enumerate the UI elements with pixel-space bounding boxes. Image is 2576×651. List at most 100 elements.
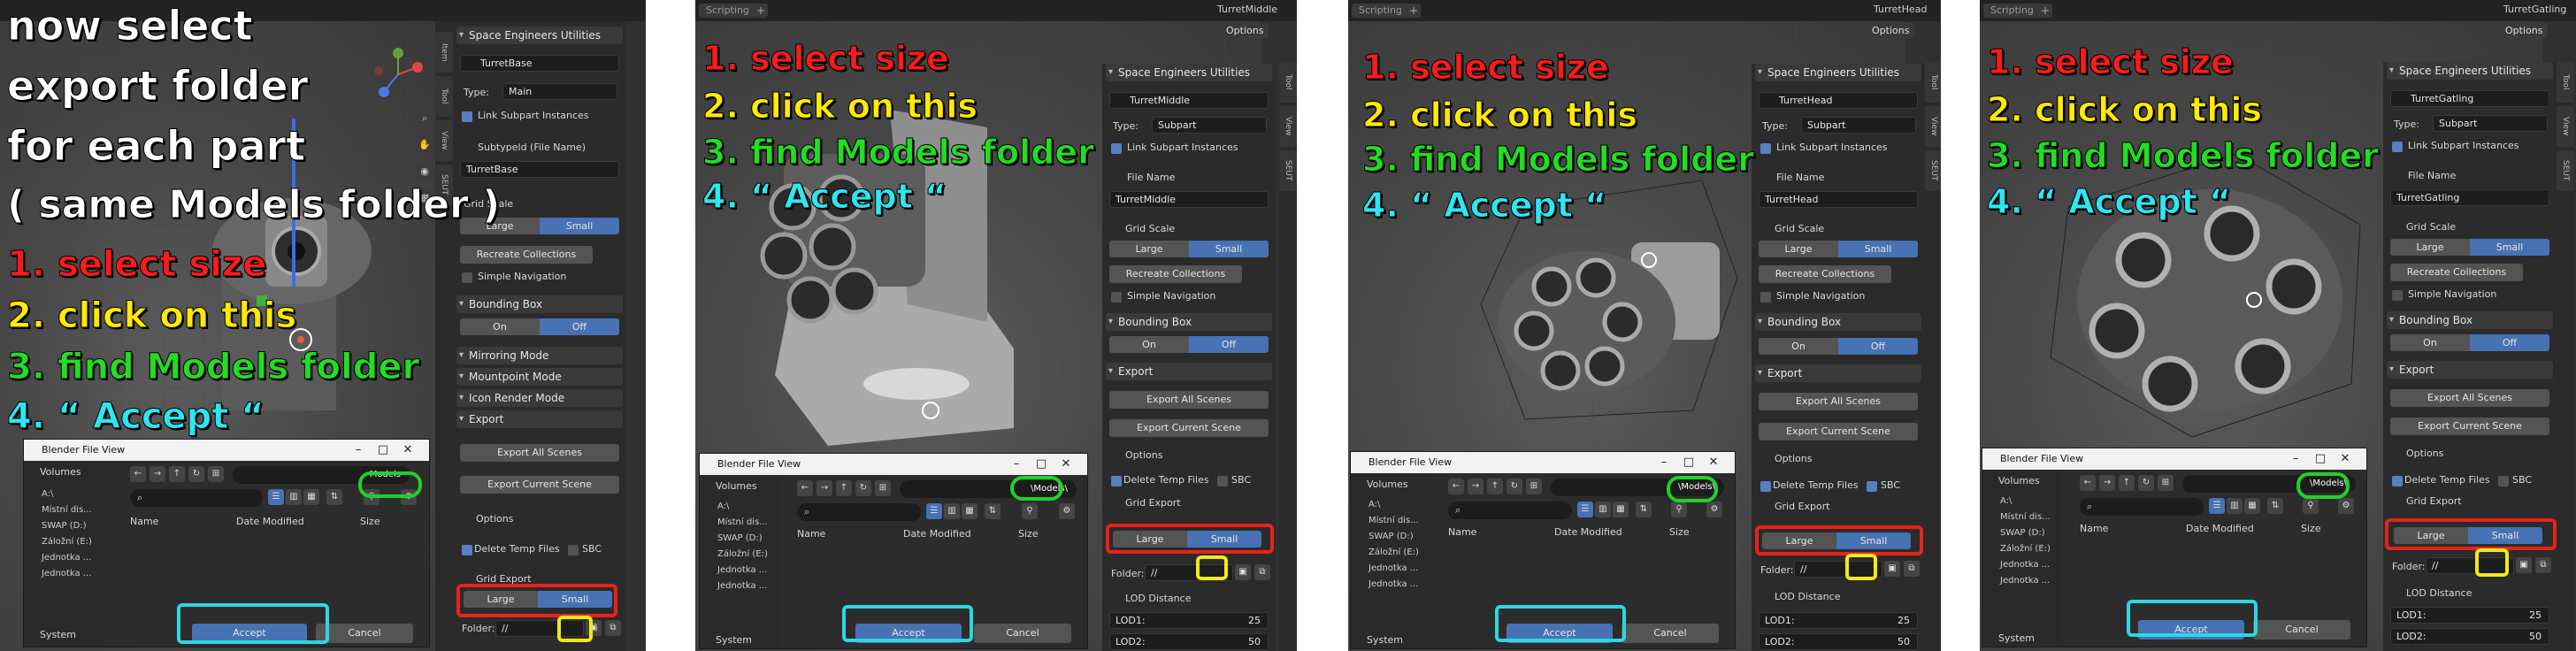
back-arrow-icon[interactable]: ← [1448, 479, 1464, 494]
lod2-field[interactable]: LOD2: 50 [1109, 633, 1269, 650]
volume-item[interactable]: Jednotka ... [1368, 563, 1418, 573]
system-header[interactable]: System [716, 634, 752, 646]
minimize-icon[interactable]: – [348, 440, 369, 461]
filter-icon[interactable]: ⚲ [2303, 498, 2319, 514]
tab-tool[interactable]: Tool [435, 76, 453, 117]
grid-large-option[interactable]: Large [1759, 241, 1838, 257]
volume-item[interactable]: Jednotka ... [1368, 579, 1418, 589]
search-field[interactable]: ⌕ [797, 503, 921, 521]
type-dropdown[interactable]: Main [502, 83, 617, 100]
file-name-field[interactable]: TurretBase [460, 161, 619, 178]
tab-seut[interactable]: SEUT [2557, 150, 2574, 191]
zoom-icon[interactable]: ⌕ [416, 110, 433, 127]
axis-gizmo[interactable] [372, 48, 425, 101]
delete-temp-checkbox[interactable] [2392, 476, 2403, 486]
export-header[interactable]: Export [1755, 364, 1921, 382]
tab-view[interactable]: View [435, 120, 453, 161]
search-field[interactable]: ⌕ [2080, 498, 2204, 516]
system-header[interactable]: System [40, 629, 76, 640]
lod1-field[interactable]: LOD1: 25 [1109, 612, 1269, 629]
bbox-off-option[interactable]: Off [2470, 334, 2549, 351]
export-header[interactable]: Export [1106, 363, 1272, 380]
sort-icon[interactable]: ⇅ [2267, 498, 2283, 514]
thumbnails-icon[interactable]: ▦ [303, 489, 319, 505]
new-folder-icon[interactable]: ⊞ [208, 466, 224, 482]
add-workspace-icon[interactable]: + [1407, 4, 1421, 18]
bounding-box-header[interactable]: Bounding Box [1755, 313, 1921, 331]
file-name-field[interactable]: TurretMiddle [1109, 191, 1269, 208]
add-workspace-icon[interactable]: + [754, 4, 768, 18]
tab-view[interactable]: View [2557, 106, 2574, 147]
volumes-header[interactable]: Volumes [1998, 475, 2040, 486]
forward-arrow-icon[interactable]: → [816, 480, 832, 496]
simple-nav-checkbox[interactable] [1111, 292, 1122, 303]
volume-item[interactable]: Místní dis... [2000, 512, 2051, 522]
tab-scripting[interactable]: Scripting [1983, 4, 2041, 18]
tab-scripting[interactable]: Scripting [1352, 4, 1409, 18]
filter-icon[interactable]: ⚲ [1671, 502, 1687, 517]
maximize-icon[interactable]: □ [1031, 454, 1052, 475]
new-folder-icon[interactable]: ⊞ [2158, 475, 2174, 491]
col-name[interactable]: Name [797, 528, 825, 540]
grid-scale-toggle[interactable]: Large Small [1759, 241, 1918, 257]
icon-render-header[interactable]: Icon Render Mode [456, 389, 623, 407]
collection-field[interactable]: TurretMiddle [1109, 92, 1269, 109]
maximize-icon[interactable]: □ [372, 440, 394, 461]
horizontal-list-icon[interactable]: ▥ [286, 489, 302, 505]
new-folder-icon[interactable]: ⊞ [875, 480, 891, 496]
export-header[interactable]: Export [2387, 361, 2553, 379]
new-folder-icon[interactable]: ⊞ [1526, 479, 1542, 494]
lod2-field[interactable]: LOD2: 50 [1759, 633, 1918, 650]
refresh-icon[interactable]: ↻ [2138, 475, 2154, 491]
system-header[interactable]: System [1367, 634, 1403, 646]
folder-browse-icon[interactable]: ▣ [2516, 557, 2532, 573]
type-dropdown[interactable]: Subpart [1152, 117, 1267, 134]
collection-field[interactable]: TurretBase [460, 55, 619, 72]
forward-arrow-icon[interactable]: → [1468, 479, 1484, 494]
tab-tool[interactable]: Tool [1925, 62, 1941, 103]
volume-item[interactable]: SWAP (D:) [42, 521, 87, 531]
horizontal-list-icon[interactable]: ▥ [2227, 498, 2242, 514]
maximize-icon[interactable]: □ [2310, 448, 2331, 470]
close-icon[interactable]: ✕ [1703, 452, 1724, 473]
grid-large-option[interactable]: Large [1109, 241, 1189, 257]
col-name[interactable]: Name [1448, 526, 1476, 538]
export-all-button[interactable]: Export All Scenes [1109, 391, 1269, 409]
grid-small-option[interactable]: Small [540, 218, 619, 234]
seut-header[interactable]: Space Engineers Utilities [1755, 64, 1921, 81]
volume-item[interactable]: A:\ [717, 502, 729, 511]
grid-large-option[interactable]: Large [2390, 239, 2470, 256]
options-button[interactable]: Options [1867, 23, 1915, 39]
simple-nav-checkbox[interactable] [462, 272, 472, 283]
bounding-box-toggle[interactable]: On Off [460, 318, 619, 335]
type-dropdown[interactable]: Subpart [1801, 117, 1916, 134]
refresh-icon[interactable]: ↻ [855, 480, 871, 496]
gear-icon[interactable]: ⚙ [1059, 503, 1075, 519]
bounding-box-header[interactable]: Bounding Box [2387, 311, 2553, 329]
tab-tool[interactable]: Tool [1279, 62, 1297, 103]
bounding-box-header[interactable]: Bounding Box [456, 295, 623, 313]
maximize-icon[interactable]: □ [1678, 452, 1699, 473]
lod1-field[interactable]: LOD1: 25 [2390, 607, 2549, 624]
bounding-box-header[interactable]: Bounding Box [1106, 313, 1272, 331]
file-name-field[interactable]: TurretGatling [2390, 189, 2549, 206]
delete-temp-checkbox[interactable] [1760, 481, 1771, 492]
col-date-modified[interactable]: Date Modified [2186, 523, 2254, 534]
close-icon[interactable]: ✕ [397, 440, 418, 461]
export-current-button[interactable]: Export Current Scene [1109, 419, 1269, 437]
volume-item[interactable]: Záložní (E:) [2000, 544, 2051, 554]
recreate-collections-button[interactable]: Recreate Collections [2390, 264, 2523, 281]
volume-item[interactable]: Místní dis... [42, 505, 92, 515]
bbox-on-option[interactable]: On [1109, 336, 1189, 353]
options-button[interactable]: Options [2500, 23, 2549, 39]
sbc-checkbox[interactable] [1217, 476, 1228, 486]
camera-icon[interactable]: ◉ [416, 163, 433, 180]
bbox-off-option[interactable]: Off [1189, 336, 1269, 353]
sbc-checkbox[interactable] [1867, 481, 1877, 492]
system-header[interactable]: System [1998, 632, 2035, 644]
folder-link-icon[interactable]: ⧉ [1904, 561, 1920, 577]
col-name[interactable]: Name [130, 516, 158, 527]
col-size[interactable]: Size [1669, 526, 1690, 538]
volume-item[interactable]: Záložní (E:) [717, 549, 768, 559]
collection-field[interactable]: TurretHead [1759, 92, 1918, 109]
